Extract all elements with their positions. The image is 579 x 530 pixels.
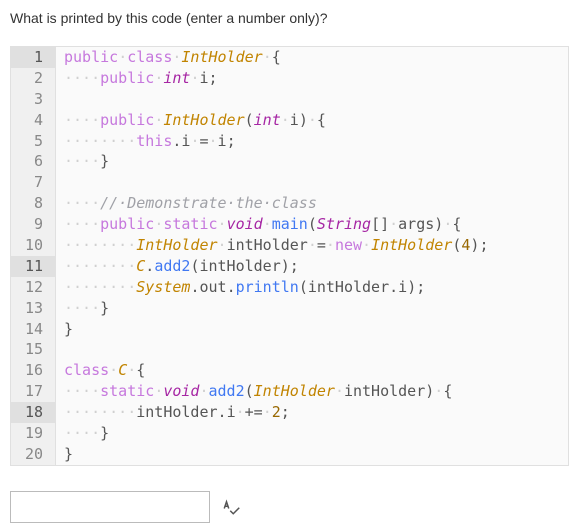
line-number: 8 [11,193,55,214]
line-number: 13 [11,298,55,319]
code-line: } [64,319,560,340]
code-line: ····} [64,423,560,444]
line-number: 17 [11,381,55,402]
line-number: 11 [11,256,55,277]
answer-input[interactable] [10,491,210,523]
line-number: 16 [11,360,55,381]
code-line: ····} [64,151,560,172]
line-number: 5 [11,131,55,152]
code-line: ····public·int·i; [64,68,560,89]
spellcheck-icon[interactable] [222,498,240,516]
line-number: 4 [11,110,55,131]
code-line: ········System.out.println(intHolder.i); [64,277,560,298]
line-number: 1 [11,47,55,68]
question-text: What is printed by this code (enter a nu… [10,10,569,26]
line-number: 10 [11,235,55,256]
line-number: 6 [11,151,55,172]
code-line: ····public·static·void·main(String[]·arg… [64,214,560,235]
code-line [64,89,560,110]
line-number: 2 [11,68,55,89]
code-line: } [64,444,560,465]
answer-row [10,491,569,523]
line-number: 7 [11,172,55,193]
line-number: 20 [11,444,55,465]
line-gutter: 1234567891011121314151617181920 [11,47,56,465]
code-line: public·class·IntHolder·{ [64,47,560,68]
code-line [64,172,560,193]
code-block: 1234567891011121314151617181920 public·c… [10,46,569,466]
code-line [64,339,560,360]
code-line: class·C·{ [64,360,560,381]
code-line: ········intHolder.i·+=·2; [64,402,560,423]
code-line: ········C.add2(intHolder); [64,256,560,277]
line-number: 12 [11,277,55,298]
line-number: 14 [11,319,55,340]
code-line: ········IntHolder·intHolder·=·new·IntHol… [64,235,560,256]
line-number: 9 [11,214,55,235]
line-number: 19 [11,423,55,444]
code-line: ····} [64,298,560,319]
line-number: 15 [11,339,55,360]
line-number: 3 [11,89,55,110]
code-line: ········this.i·=·i; [64,131,560,152]
line-number: 18 [11,402,55,423]
code-line: ····//·Demonstrate·the·class [64,193,560,214]
code-line: ····static·void·add2(IntHolder·intHolder… [64,381,560,402]
code-content: public·class·IntHolder·{····public·int·i… [56,47,568,465]
code-line: ····public·IntHolder(int·i)·{ [64,110,560,131]
